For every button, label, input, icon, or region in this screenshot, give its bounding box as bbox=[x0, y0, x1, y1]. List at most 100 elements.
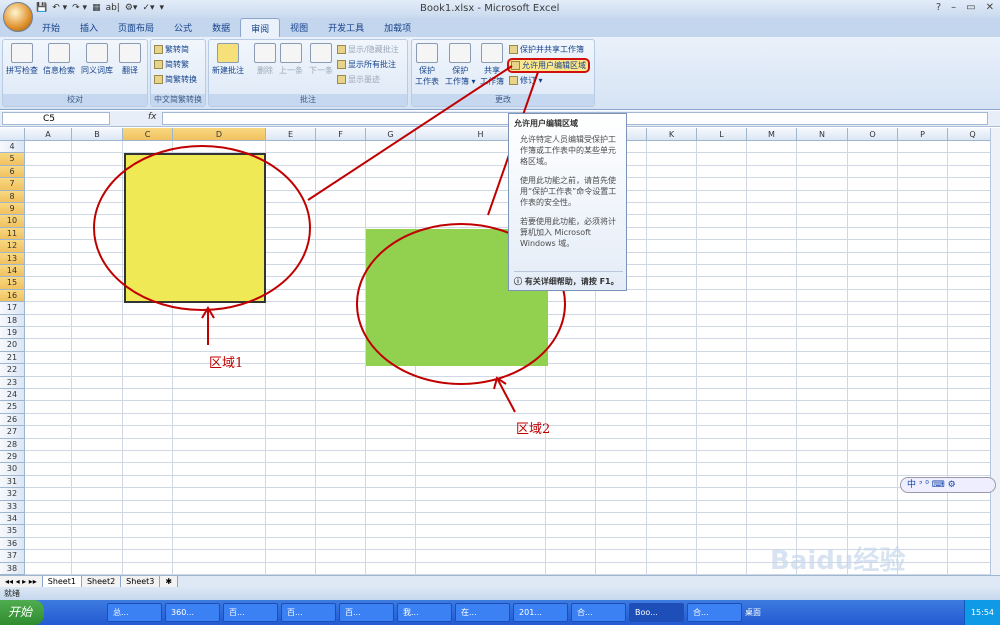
tab-6[interactable]: 视图 bbox=[280, 18, 318, 37]
tab-8[interactable]: 加载项 bbox=[374, 18, 421, 37]
column-header-M[interactable]: M bbox=[747, 128, 797, 141]
taskbar-item[interactable]: 百... bbox=[281, 603, 337, 622]
tab-7[interactable]: 开发工具 bbox=[318, 18, 374, 37]
taskbar-item[interactable]: 总... bbox=[107, 603, 163, 622]
name-box[interactable]: C5 bbox=[2, 112, 110, 125]
next-comment-button[interactable]: 下一条 bbox=[309, 43, 333, 76]
column-header-K[interactable]: K bbox=[647, 128, 697, 141]
column-header-G[interactable]: G bbox=[366, 128, 416, 141]
insert-function-button[interactable]: fx bbox=[148, 112, 157, 122]
row-header-20[interactable]: 20 bbox=[0, 339, 25, 352]
row-header-8[interactable]: 8 bbox=[0, 190, 25, 203]
window-controls[interactable]: ? – ▭ ✕ bbox=[936, 2, 994, 13]
protect-share-workbook-button[interactable]: 保护并共享工作簿 bbox=[509, 44, 584, 55]
column-header-A[interactable]: A bbox=[25, 128, 72, 141]
qat-button[interactable]: ✓▾ bbox=[142, 3, 154, 13]
row-header-10[interactable]: 10 bbox=[0, 215, 25, 228]
show-all-comments-button[interactable]: 显示所有批注 bbox=[337, 59, 396, 70]
taskbar-item[interactable]: 我... bbox=[397, 603, 453, 622]
column-header-D[interactable]: D bbox=[173, 128, 266, 141]
qat-button[interactable]: 💾 bbox=[36, 3, 47, 13]
window-control-button[interactable]: – bbox=[951, 2, 956, 13]
row-header-28[interactable]: 28 bbox=[0, 438, 25, 451]
previous-comment-button[interactable]: 上一条 bbox=[279, 43, 303, 76]
row-header-34[interactable]: 34 bbox=[0, 513, 25, 526]
row-header-21[interactable]: 21 bbox=[0, 351, 25, 365]
row-header-13[interactable]: 13 bbox=[0, 252, 25, 265]
row-header-37[interactable]: 37 bbox=[0, 550, 25, 563]
row-header-14[interactable]: 14 bbox=[0, 265, 25, 278]
row-header-29[interactable]: 29 bbox=[0, 451, 25, 464]
show-hide-comment-button[interactable]: 显示/隐藏批注 bbox=[337, 44, 399, 55]
row-header-27[interactable]: 27 bbox=[0, 426, 25, 439]
qat-button[interactable]: ↶ ▾ bbox=[52, 3, 67, 13]
row-header-31[interactable]: 31 bbox=[0, 475, 25, 489]
sheet-tab-Sheet3[interactable]: Sheet3 bbox=[121, 576, 161, 587]
row-header-17[interactable]: 17 bbox=[0, 302, 25, 315]
desktop-toolbar[interactable]: 桌面 bbox=[745, 607, 761, 618]
translate-button[interactable]: 翻译 bbox=[119, 43, 141, 76]
row-header-32[interactable]: 32 bbox=[0, 488, 25, 501]
tab-3[interactable]: 公式 bbox=[164, 18, 202, 37]
row-header-4[interactable]: 4 bbox=[0, 141, 25, 154]
quick-access-toolbar[interactable]: 💾 ↶ ▾ ↷ ▾ ▦ ab| ⚙▾ ✓▾ ▾ bbox=[36, 3, 164, 13]
thesaurus-button[interactable]: 同义词库 bbox=[81, 43, 113, 76]
spell-check-button[interactable]: 拼写检查 bbox=[6, 43, 38, 76]
qat-button[interactable]: ⚙▾ bbox=[125, 3, 138, 13]
qat-button[interactable]: ▦ bbox=[92, 3, 101, 13]
row-header-25[interactable]: 25 bbox=[0, 401, 25, 414]
taskbar-item[interactable]: 合... bbox=[687, 603, 743, 622]
research-button[interactable]: 信息检索 bbox=[43, 43, 75, 76]
column-header-O[interactable]: O bbox=[848, 128, 898, 141]
column-header-F[interactable]: F bbox=[316, 128, 366, 141]
select-all-corner[interactable] bbox=[0, 128, 25, 141]
taskbar-item[interactable]: 360... bbox=[165, 603, 221, 622]
row-header-24[interactable]: 24 bbox=[0, 389, 25, 402]
column-header-Q[interactable]: Q bbox=[948, 128, 990, 141]
row-header-18[interactable]: 18 bbox=[0, 314, 25, 327]
qat-button[interactable]: ↷ ▾ bbox=[72, 3, 87, 13]
column-header-P[interactable]: P bbox=[898, 128, 948, 141]
row-header-11[interactable]: 11 bbox=[0, 227, 25, 241]
start-button[interactable]: 开始 bbox=[0, 600, 45, 625]
trad-to-simp-button[interactable]: 繁转简 bbox=[154, 44, 189, 55]
row-header-35[interactable]: 35 bbox=[0, 525, 25, 538]
row-header-9[interactable]: 9 bbox=[0, 203, 25, 216]
tab-5[interactable]: 审阅 bbox=[240, 18, 281, 37]
share-workbook-button[interactable]: 共享 工作簿 bbox=[480, 43, 504, 87]
track-changes-button[interactable]: 修订 ▾ bbox=[509, 75, 543, 86]
row-header-16[interactable]: 16 bbox=[0, 289, 25, 303]
tab-2[interactable]: 页面布局 bbox=[108, 18, 164, 37]
row-header-22[interactable]: 22 bbox=[0, 364, 25, 377]
convert-button[interactable]: 简繁转换 bbox=[154, 74, 197, 85]
sheet-tab-Sheet1[interactable]: Sheet1 bbox=[42, 576, 82, 587]
column-header-L[interactable]: L bbox=[697, 128, 747, 141]
row-header-12[interactable]: 12 bbox=[0, 240, 25, 253]
tab-0[interactable]: 开始 bbox=[32, 18, 70, 37]
row-header-36[interactable]: 36 bbox=[0, 537, 25, 551]
taskbar-item[interactable]: Boo... bbox=[629, 603, 685, 622]
row-header-33[interactable]: 33 bbox=[0, 500, 25, 513]
protect-sheet-button[interactable]: 保护 工作表 bbox=[415, 43, 439, 87]
qat-button[interactable]: ▾ bbox=[160, 3, 165, 13]
window-control-button[interactable]: ▭ bbox=[966, 2, 975, 13]
taskbar-item[interactable]: 百... bbox=[339, 603, 395, 622]
allow-users-edit-ranges-button[interactable]: 允许用户编辑区域 bbox=[507, 58, 590, 73]
column-header-B[interactable]: B bbox=[72, 128, 123, 141]
row-header-23[interactable]: 23 bbox=[0, 376, 25, 389]
row-header-30[interactable]: 30 bbox=[0, 463, 25, 476]
taskbar-item[interactable]: 合... bbox=[571, 603, 627, 622]
protect-workbook-button[interactable]: 保护 工作簿 ▾ bbox=[445, 43, 476, 87]
simp-to-trad-button[interactable]: 简转繁 bbox=[154, 59, 189, 70]
row-header-5[interactable]: 5 bbox=[0, 153, 25, 166]
row-header-7[interactable]: 7 bbox=[0, 178, 25, 191]
column-header-E[interactable]: E bbox=[266, 128, 316, 141]
office-button[interactable] bbox=[3, 2, 33, 32]
column-header-N[interactable]: N bbox=[797, 128, 848, 141]
column-header-C[interactable]: C bbox=[123, 128, 173, 141]
show-ink-button[interactable]: 显示墨迹 bbox=[337, 74, 380, 85]
ime-toolbar[interactable]: 中 ᐣ ⁰ ⌨ ⚙ bbox=[900, 477, 996, 493]
insert-sheet-button[interactable]: ✱ bbox=[160, 576, 179, 587]
row-header-26[interactable]: 26 bbox=[0, 413, 25, 427]
row-header-6[interactable]: 6 bbox=[0, 165, 25, 179]
